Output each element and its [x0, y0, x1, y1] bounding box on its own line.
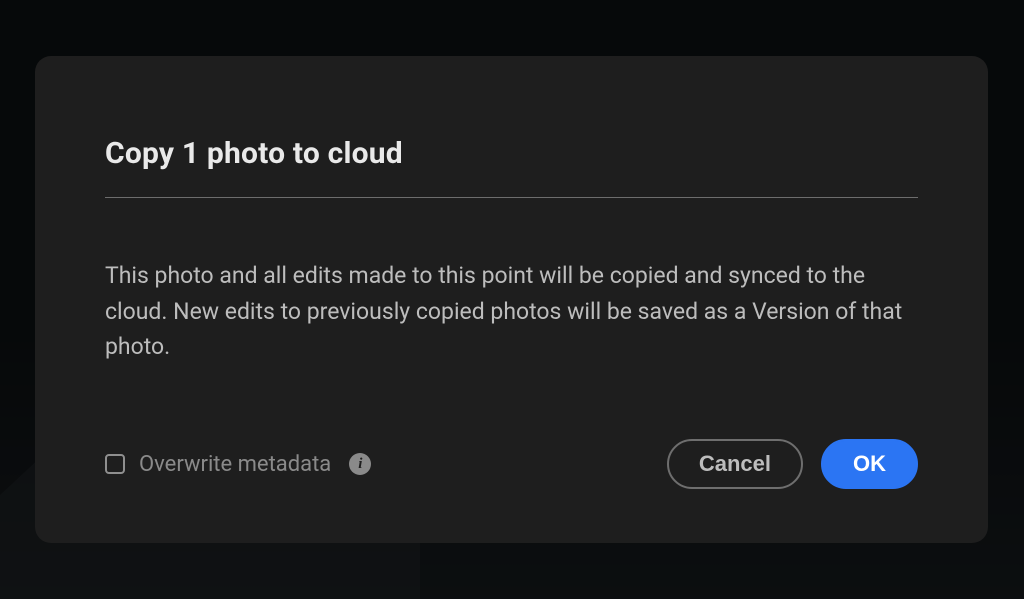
dialog-body-text: This photo and all edits made to this po… — [105, 198, 910, 365]
checkbox-label: Overwrite metadata — [139, 452, 331, 477]
info-icon[interactable]: i — [349, 453, 371, 475]
ok-button[interactable]: OK — [821, 439, 918, 489]
checkbox-box-icon — [105, 454, 125, 474]
copy-to-cloud-dialog: Copy 1 photo to cloud This photo and all… — [35, 56, 988, 543]
overwrite-metadata-checkbox[interactable]: Overwrite metadata i — [105, 452, 371, 477]
dialog-title: Copy 1 photo to cloud — [105, 136, 918, 197]
cancel-button[interactable]: Cancel — [667, 439, 803, 489]
dialog-footer: Overwrite metadata i Cancel OK — [105, 439, 918, 489]
dialog-button-row: Cancel OK — [667, 439, 918, 489]
